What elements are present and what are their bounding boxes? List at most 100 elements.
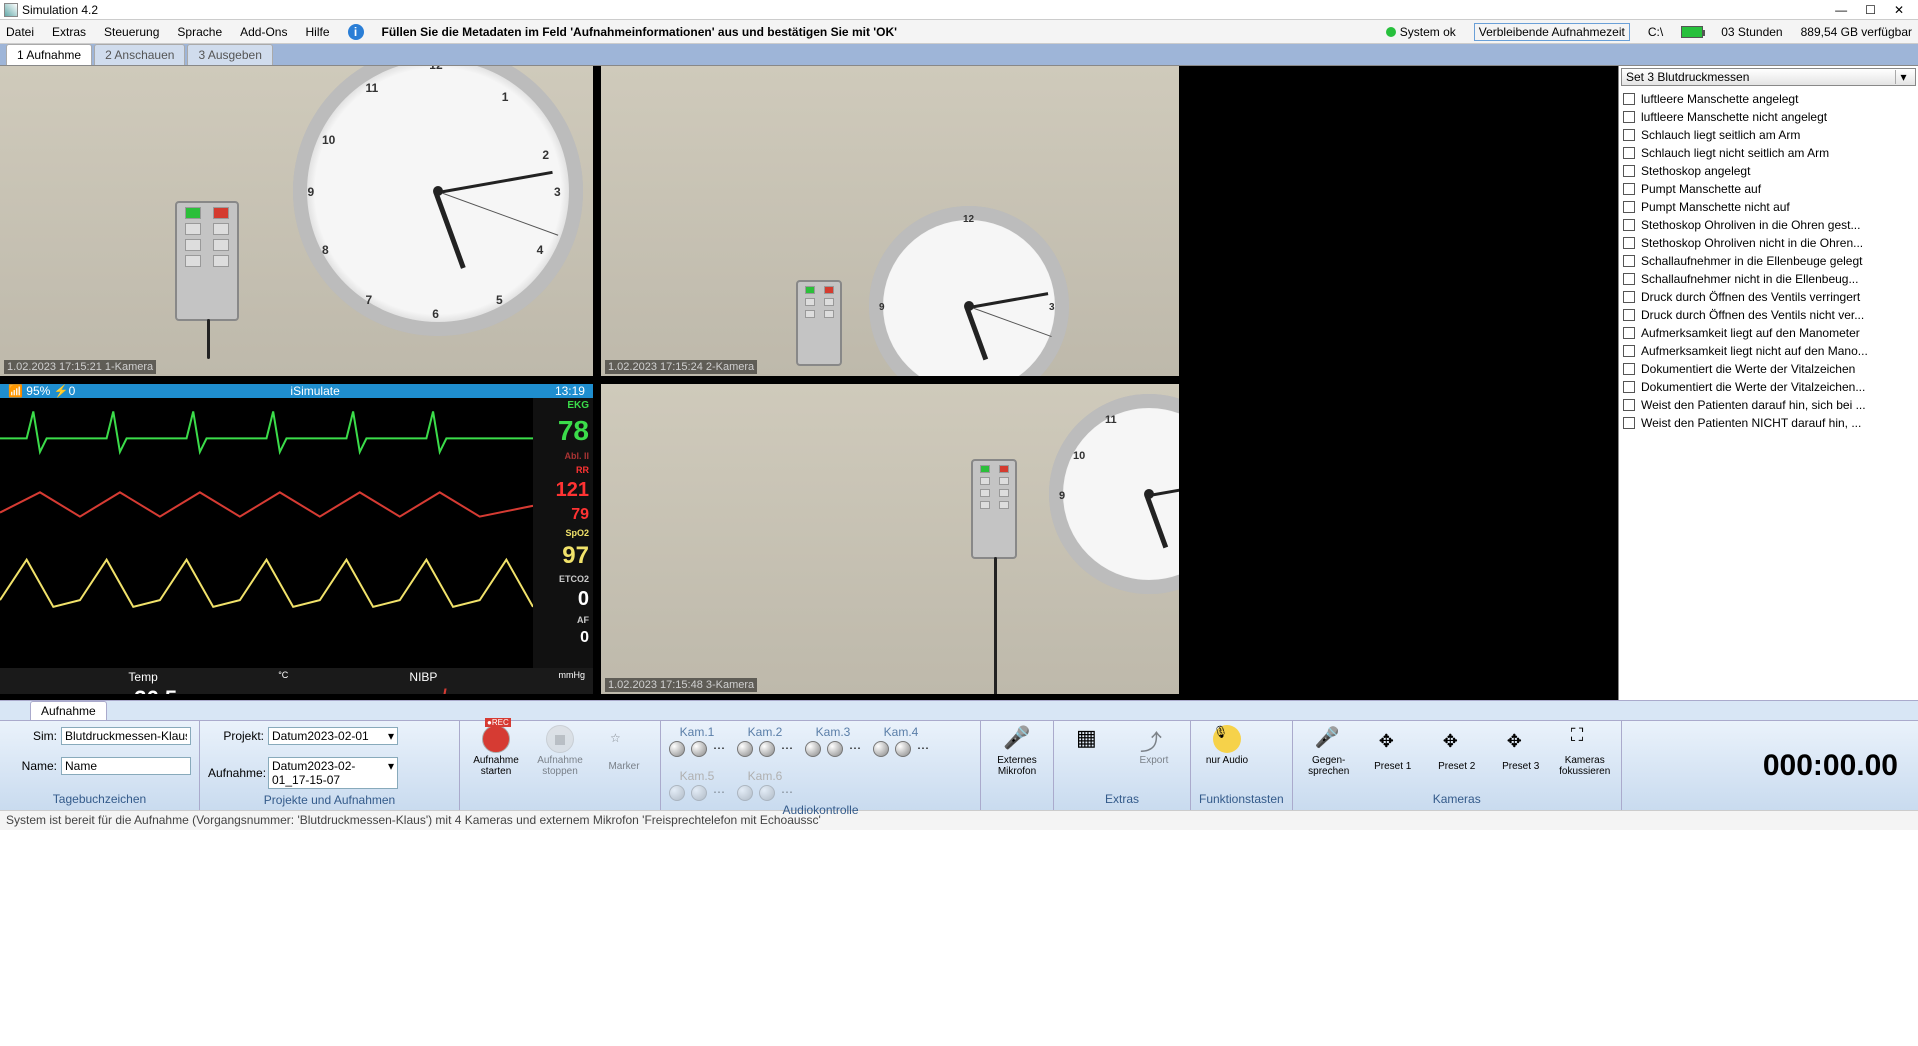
camera-2[interactable]: 12 3 9 1.02.2023 17:15:24 2-Kamera bbox=[601, 66, 1179, 376]
checklist-item-label: Dokumentiert die Werte der Vitalzeichen bbox=[1641, 362, 1855, 376]
checklist-item[interactable]: Weist den Patienten NICHT darauf hin, ..… bbox=[1623, 414, 1914, 432]
menu-extras[interactable]: Extras bbox=[52, 25, 86, 39]
checkbox-icon[interactable] bbox=[1623, 183, 1635, 195]
marker-button[interactable]: ☆Marker bbox=[596, 731, 652, 772]
checkbox-icon[interactable] bbox=[1623, 291, 1635, 303]
checklist-item[interactable]: Schlauch liegt nicht seitlich am Arm bbox=[1623, 144, 1914, 162]
remaining-time-label: Verbleibende Aufnahmezeit bbox=[1474, 23, 1630, 41]
checkbox-icon[interactable] bbox=[1623, 309, 1635, 321]
checkbox-icon[interactable] bbox=[1623, 255, 1635, 267]
checklist-item[interactable]: Weist den Patienten darauf hin, sich bei… bbox=[1623, 396, 1914, 414]
checkbox-icon[interactable] bbox=[1623, 417, 1635, 429]
ext-mic-button[interactable]: 🎤Externes Mikrofon bbox=[989, 725, 1045, 777]
menu-sprache[interactable]: Sprache bbox=[177, 25, 222, 39]
checkbox-icon[interactable] bbox=[1623, 399, 1635, 411]
checkbox-icon[interactable] bbox=[1623, 363, 1635, 375]
star-icon: ☆ bbox=[610, 731, 638, 759]
checklist-item[interactable]: Aufmerksamkeit liegt nicht auf den Mano.… bbox=[1623, 342, 1914, 360]
checklist-item[interactable]: Schlauch liegt seitlich am Arm bbox=[1623, 126, 1914, 144]
checklist-item[interactable]: luftleere Manschette nicht angelegt bbox=[1623, 108, 1914, 126]
aufnahme-dropdown[interactable]: Datum2023-02-01_17-15-07▾ bbox=[268, 757, 398, 789]
af-value: 0 bbox=[533, 627, 593, 649]
record-stop-button[interactable]: Aufnahme stoppen bbox=[532, 725, 588, 777]
window-title: Simulation 4.2 bbox=[22, 3, 1835, 17]
checklist-item[interactable]: Pumpt Manschette auf bbox=[1623, 180, 1914, 198]
checklist-item-label: Stethoskop Ohroliven in die Ohren gest..… bbox=[1641, 218, 1860, 232]
tab-aufnahme[interactable]: 1 Aufnahme bbox=[6, 44, 92, 65]
checkbox-icon[interactable] bbox=[1623, 165, 1635, 177]
checklist-item[interactable]: Stethoskop Ohroliven in die Ohren gest..… bbox=[1623, 216, 1914, 234]
kam1-label[interactable]: Kam.1 bbox=[680, 725, 715, 739]
grid-button[interactable]: ▦ bbox=[1062, 725, 1118, 766]
checklist-item[interactable]: Schallaufnehmer nicht in die Ellenbeug..… bbox=[1623, 270, 1914, 288]
checklist-item[interactable]: Dokumentiert die Werte der Vitalzeichen.… bbox=[1623, 378, 1914, 396]
close-button[interactable]: ✕ bbox=[1894, 3, 1904, 17]
checkbox-icon[interactable] bbox=[1623, 381, 1635, 393]
checkbox-icon[interactable] bbox=[1623, 345, 1635, 357]
tab-ausgeben[interactable]: 3 Ausgeben bbox=[187, 44, 272, 65]
chevron-down-icon: ▾ bbox=[388, 759, 394, 787]
audio-icon: 🎙 bbox=[1213, 725, 1241, 753]
projekt-dropdown[interactable]: Datum2023-02-01▾ bbox=[268, 727, 398, 745]
checklist-item-label: Druck durch Öffnen des Ventils nicht ver… bbox=[1641, 308, 1864, 322]
tagebuch-link[interactable]: Tagebuchzeichen bbox=[8, 790, 191, 806]
checklist-item[interactable]: Pumpt Manschette nicht auf bbox=[1623, 198, 1914, 216]
checklist-item[interactable]: luftleere Manschette angelegt bbox=[1623, 90, 1914, 108]
checkbox-icon[interactable] bbox=[1623, 219, 1635, 231]
tab-anschauen[interactable]: 2 Anschauen bbox=[94, 44, 185, 65]
checklist-item[interactable]: Druck durch Öffnen des Ventils verringer… bbox=[1623, 288, 1914, 306]
rr-dia: 79 bbox=[533, 504, 593, 526]
camera-3-overlay: 1.02.2023 17:15:48 3-Kamera bbox=[605, 678, 757, 692]
maximize-button[interactable]: ☐ bbox=[1865, 3, 1876, 17]
checklist-item[interactable]: Stethoskop Ohroliven nicht in die Ohren.… bbox=[1623, 234, 1914, 252]
preset1-button[interactable]: ✥Preset 1 bbox=[1365, 731, 1421, 772]
record-start-button[interactable]: ●RECAufnahme starten bbox=[468, 725, 524, 777]
kam2-label[interactable]: Kam.2 bbox=[748, 725, 783, 739]
camera-1[interactable]: 121 23 45 67 89 1011 1.02.2023 17:15:21 … bbox=[0, 66, 593, 376]
kam3-label[interactable]: Kam.3 bbox=[816, 725, 851, 739]
camera-3[interactable]: 9 10 11 1.02.2023 17:15:48 3-Kamera bbox=[601, 384, 1179, 694]
preset3-button[interactable]: ✥Preset 3 bbox=[1493, 731, 1549, 772]
checklist-item[interactable]: Stethoskop angelegt bbox=[1623, 162, 1914, 180]
menu-datei[interactable]: Datei bbox=[6, 25, 34, 39]
minimize-button[interactable]: — bbox=[1835, 3, 1847, 17]
export-button[interactable]: ⤴Export bbox=[1126, 725, 1182, 766]
only-audio-button[interactable]: 🎙nur Audio bbox=[1199, 725, 1255, 766]
checkbox-icon[interactable] bbox=[1623, 111, 1635, 123]
drive-label: C:\ bbox=[1648, 25, 1663, 39]
checklist-item-label: Dokumentiert die Werte der Vitalzeichen.… bbox=[1641, 380, 1865, 394]
menu-hilfe[interactable]: Hilfe bbox=[305, 25, 329, 39]
menu-steuerung[interactable]: Steuerung bbox=[104, 25, 159, 39]
title-bar: Simulation 4.2 — ☐ ✕ bbox=[0, 0, 1918, 20]
camera-grid: 121 23 45 67 89 1011 1.02.2023 17:15:21 … bbox=[0, 66, 1618, 700]
checklist-item-label: Stethoskop angelegt bbox=[1641, 164, 1750, 178]
checkbox-icon[interactable] bbox=[1623, 327, 1635, 339]
checkbox-icon[interactable] bbox=[1623, 129, 1635, 141]
vital-monitor[interactable]: 📶 95% ⚡0 iSimulate 13:19 EKG 78 bbox=[0, 384, 593, 694]
gegensprechen-button[interactable]: 🎤Gegen- sprechen bbox=[1301, 725, 1357, 777]
checkbox-icon[interactable] bbox=[1623, 93, 1635, 105]
checklist-item[interactable]: Druck durch Öffnen des Ventils nicht ver… bbox=[1623, 306, 1914, 324]
kam6-label: Kam.6 bbox=[748, 769, 783, 783]
sim-input[interactable] bbox=[61, 727, 191, 745]
checklist-item-label: Druck durch Öffnen des Ventils verringer… bbox=[1641, 290, 1860, 304]
checkbox-icon[interactable] bbox=[1623, 147, 1635, 159]
checklist-set-dropdown[interactable]: Set 3 Blutdruckmessen ▾ bbox=[1621, 68, 1916, 86]
checklist-item[interactable]: Schallaufnehmer in die Ellenbeuge gelegt bbox=[1623, 252, 1914, 270]
menu-addons[interactable]: Add-Ons bbox=[240, 25, 287, 39]
checkbox-icon[interactable] bbox=[1623, 237, 1635, 249]
checklist-item[interactable]: Dokumentiert die Werte der Vitalzeichen bbox=[1623, 360, 1914, 378]
kam4-label[interactable]: Kam.4 bbox=[884, 725, 919, 739]
camera-1-overlay: 1.02.2023 17:15:21 1-Kamera bbox=[4, 360, 156, 374]
hint-text: Füllen Sie die Metadaten im Feld 'Aufnah… bbox=[382, 25, 897, 39]
checkbox-icon[interactable] bbox=[1623, 201, 1635, 213]
checkbox-icon[interactable] bbox=[1623, 273, 1635, 285]
menu-bar: Datei Extras Steuerung Sprache Add-Ons H… bbox=[0, 20, 1918, 44]
name-input[interactable] bbox=[61, 757, 191, 775]
kam-focus-button[interactable]: ⛶Kameras fokussieren bbox=[1557, 725, 1613, 777]
bottom-tab-aufnahme[interactable]: Aufnahme bbox=[30, 701, 107, 720]
preset2-button[interactable]: ✥Preset 2 bbox=[1429, 731, 1485, 772]
checklist-item[interactable]: Aufmerksamkeit liegt auf den Manometer bbox=[1623, 324, 1914, 342]
checklist-item-label: Weist den Patienten NICHT darauf hin, ..… bbox=[1641, 416, 1861, 430]
grid-icon: ▦ bbox=[1076, 725, 1104, 753]
